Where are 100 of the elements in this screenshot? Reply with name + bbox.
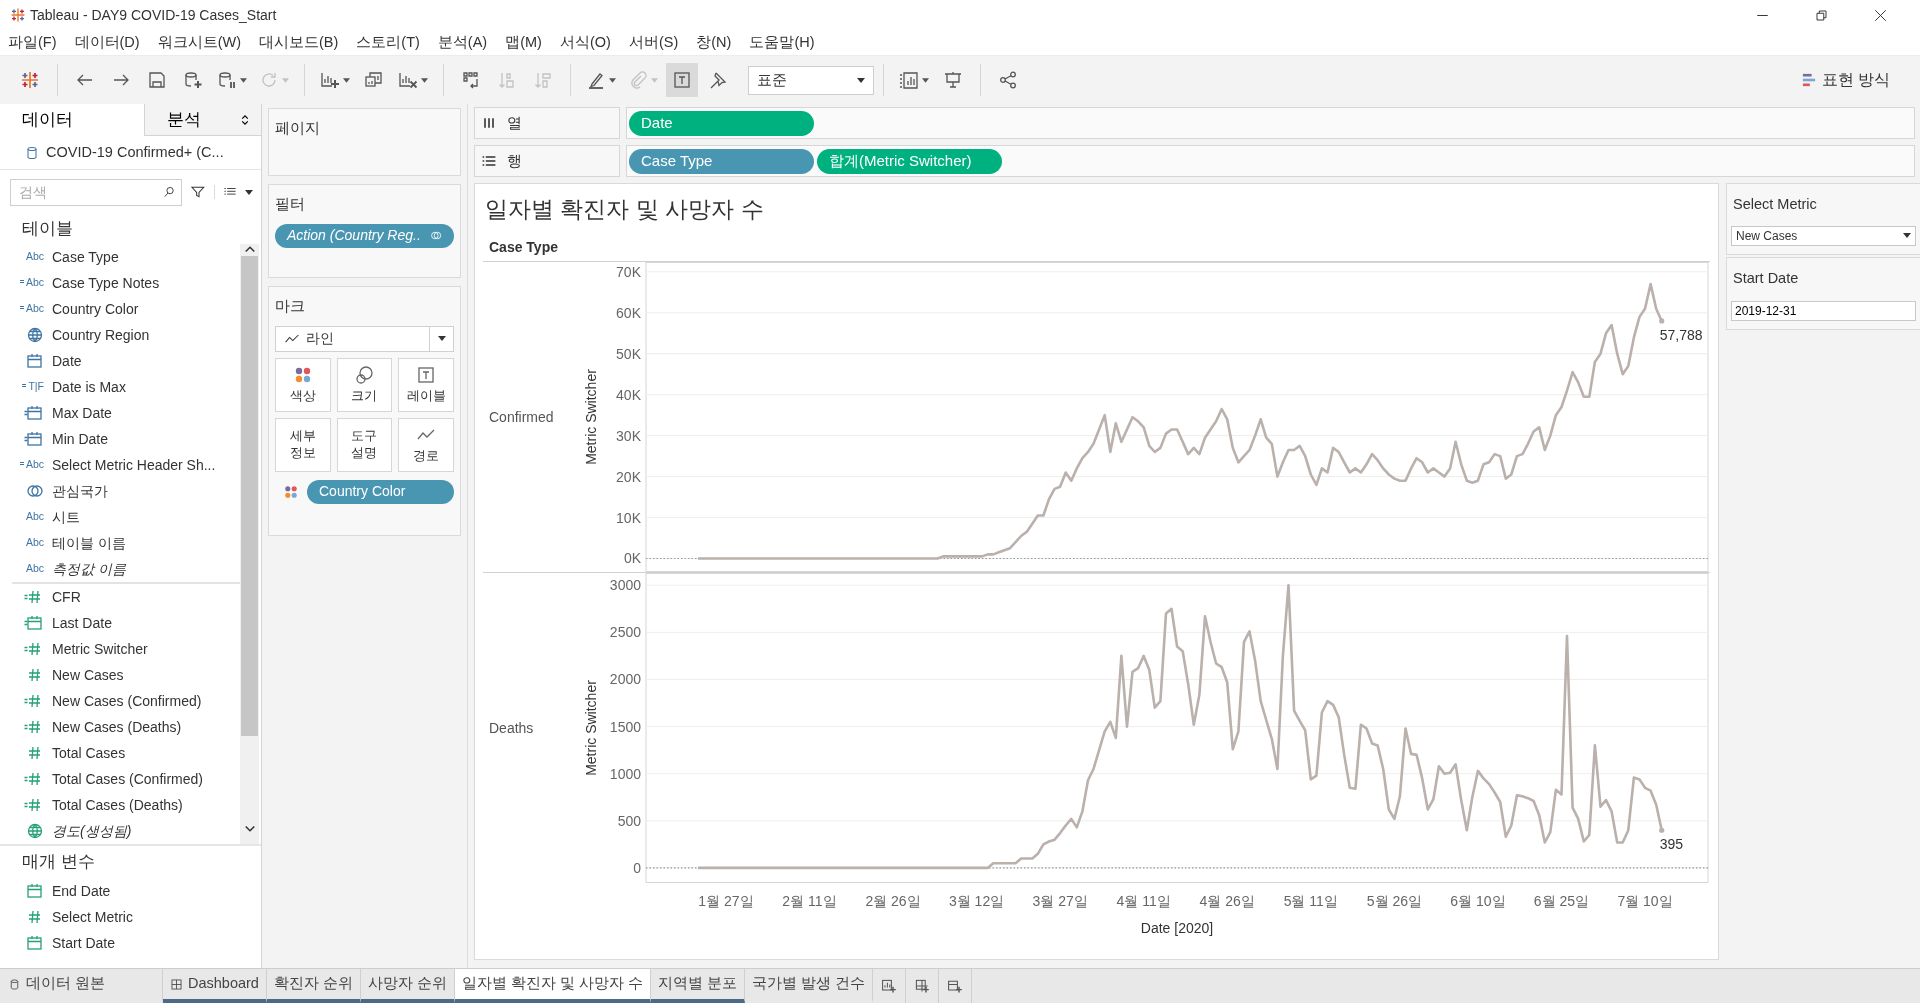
mark-property-button[interactable]: 레이블 xyxy=(398,357,454,412)
shelf-name: 열 xyxy=(507,112,522,133)
mark-property-button[interactable]: 크기 xyxy=(336,357,393,412)
pane-tab[interactable]: 분석 xyxy=(144,104,261,136)
parameter-dropdown[interactable]: New Cases xyxy=(1731,225,1916,246)
mark-property-button[interactable]: 세부 정보 xyxy=(275,417,331,472)
card-title: 페이지 xyxy=(275,118,321,138)
link-icon xyxy=(429,229,442,242)
bar-chart-icon xyxy=(1801,72,1816,88)
field-name[interactable]: Max Date xyxy=(52,402,112,424)
card-title: 마크 xyxy=(275,296,306,316)
menu-item[interactable]: 파일(F) xyxy=(8,31,57,54)
menu-item[interactable]: 창(N) xyxy=(696,31,732,54)
menu-item[interactable]: 서식(O) xyxy=(559,31,611,54)
data-label: 395 xyxy=(1659,836,1684,853)
sheet-title: 일자별 확진자 및 사망자 수 xyxy=(484,195,765,224)
field-name[interactable]: New Cases (Confirmed) xyxy=(52,690,202,712)
section-heading: 매개 변수 xyxy=(0,844,261,878)
axis-tick-label: 10K xyxy=(616,509,641,526)
field-name[interactable]: Country Region xyxy=(52,324,150,346)
field-name[interactable]: New Cases xyxy=(52,664,124,686)
database-icon xyxy=(24,144,40,161)
scroll-up-icon[interactable] xyxy=(243,244,256,254)
chart-grid-icon xyxy=(899,70,919,90)
scroll-down-icon[interactable] xyxy=(243,824,256,834)
sheet-tab[interactable]: 지역별 분포 xyxy=(651,969,746,1003)
field-name[interactable]: Date is Max xyxy=(52,376,126,398)
field-name[interactable]: CFR xyxy=(52,586,81,608)
menu-item[interactable]: 분석(A) xyxy=(437,31,488,54)
filter-icon[interactable] xyxy=(190,184,206,200)
menu-item[interactable]: 스토리(T) xyxy=(356,31,420,54)
menu-item[interactable]: 대시보드(B) xyxy=(259,31,339,54)
field-name[interactable]: Total Cases (Confirmed) xyxy=(52,768,203,790)
data-type-icon: Abc xyxy=(19,249,44,265)
caret-icon xyxy=(343,77,350,83)
menu-item[interactable]: 서버(S) xyxy=(628,31,679,54)
search-field[interactable]: 검색 xyxy=(10,178,183,206)
scrollbar[interactable] xyxy=(240,244,259,844)
list-icon xyxy=(481,153,497,169)
mark-property-button[interactable]: 색상 xyxy=(275,357,331,412)
field-name[interactable]: Metric Switcher xyxy=(52,638,148,660)
field-name[interactable]: Total Cases (Deaths) xyxy=(52,794,183,816)
field-name[interactable]: 경도(생성됨) xyxy=(52,820,132,842)
field-name[interactable]: New Cases (Deaths) xyxy=(52,716,182,738)
field-name[interactable]: Country Color xyxy=(52,298,139,320)
fit-dropdown[interactable]: 표준 xyxy=(748,65,874,95)
field-name[interactable]: Select Metric Header Sh... xyxy=(52,454,216,476)
view-options-button[interactable] xyxy=(214,185,253,199)
field-name[interactable]: Case Type xyxy=(52,246,119,268)
date-input-field[interactable]: 2019-12-31 xyxy=(1731,300,1916,321)
field-name[interactable]: Start Date xyxy=(52,932,116,954)
field-name[interactable]: Total Cases xyxy=(52,742,126,764)
field-name[interactable]: 관심국가 xyxy=(52,480,108,502)
axis-tick-label: 6월 25일 xyxy=(1533,893,1590,909)
sheet-tab[interactable]: 일자별 확진자 및 사망자 수 xyxy=(455,969,652,1003)
menu-item[interactable]: 데이터(D) xyxy=(74,31,140,54)
restore-icon[interactable] xyxy=(1814,7,1829,23)
axis-tick-label: 500 xyxy=(617,812,641,829)
mark-property-button[interactable]: 도구 설명 xyxy=(336,417,393,472)
sheet-tab[interactable]: Dashboard xyxy=(163,969,267,1003)
show-me-button[interactable]: 표현 방식 xyxy=(1795,64,1896,96)
field-name[interactable]: 시트 xyxy=(52,506,80,528)
axis-tick-label: 1500 xyxy=(609,718,641,735)
text-box-icon xyxy=(672,70,692,90)
sheet-tab[interactable]: 사망자 순위 xyxy=(360,969,455,1003)
duplicate-icon xyxy=(364,70,384,90)
new-dashboard-icon xyxy=(914,978,931,994)
field-name[interactable]: Select Metric xyxy=(52,906,133,928)
show-labels-button[interactable] xyxy=(666,63,698,97)
menu-item[interactable]: 워크시트(W) xyxy=(157,31,241,54)
axis-tick-label: 40K xyxy=(616,386,641,403)
mark-property-button[interactable]: 경로 xyxy=(398,417,454,472)
field-name[interactable]: Last Date xyxy=(52,612,112,634)
field-name[interactable]: 측정값 이름 xyxy=(52,558,126,580)
axis-tick-label: 1월 27일 xyxy=(698,893,754,909)
menu-item[interactable]: 도움말(H) xyxy=(749,31,815,54)
axis-tick-label: 1000 xyxy=(609,765,641,782)
data-type-icon: Abc xyxy=(19,561,44,577)
swap-icon xyxy=(461,70,481,90)
sheet-tab[interactable]: 확진자 순위 xyxy=(266,969,361,1003)
caret-icon xyxy=(437,336,446,341)
caret-icon xyxy=(282,77,289,83)
mark-type-dropdown[interactable]: 라인 xyxy=(275,325,454,352)
axis-tick-label: 2월 26일 xyxy=(865,893,921,909)
field-name[interactable]: End Date xyxy=(52,880,111,902)
scrollbar-thumb[interactable] xyxy=(241,256,258,736)
database-pause-icon xyxy=(217,70,237,90)
menu-item[interactable]: 맵(M) xyxy=(505,31,542,54)
sort-descending-icon xyxy=(533,70,553,90)
share-icon xyxy=(998,70,1018,90)
caret-icon xyxy=(240,77,247,83)
field-name[interactable]: 테이블 이름 xyxy=(52,532,126,554)
datasource-name[interactable]: COVID-19 Confirmed+ (C... xyxy=(46,141,224,164)
field-name[interactable]: Date xyxy=(52,350,82,372)
paperclip-icon xyxy=(628,70,648,90)
field-name[interactable]: Min Date xyxy=(52,428,109,450)
parameter-title: Start Date xyxy=(1733,268,1800,288)
field-name[interactable]: Case Type Notes xyxy=(52,272,160,294)
close-icon[interactable] xyxy=(1873,7,1888,23)
caret-icon xyxy=(245,189,253,195)
